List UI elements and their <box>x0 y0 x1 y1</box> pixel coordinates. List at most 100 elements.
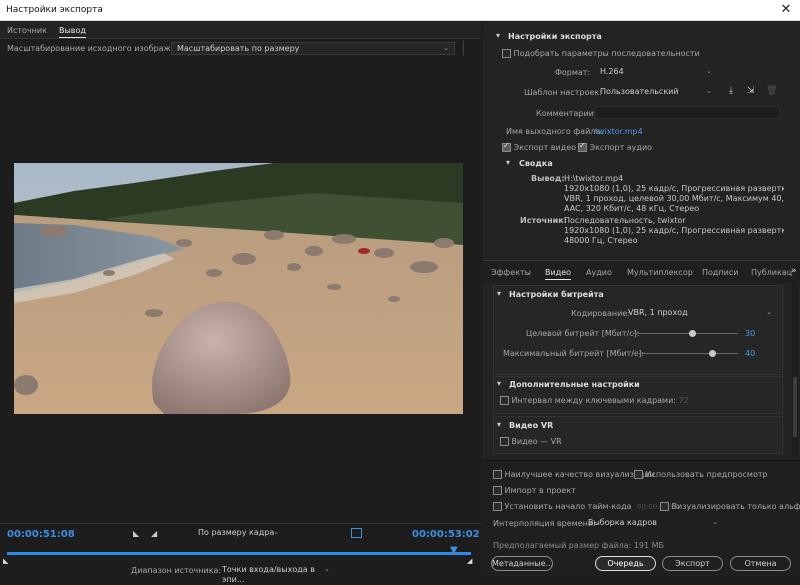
tabs-more-icon[interactable]: » <box>791 266 797 276</box>
scrollbar[interactable] <box>792 284 798 456</box>
target-bitrate-slider[interactable] <box>633 330 738 337</box>
keyframe-value[interactable]: 72 <box>679 396 689 405</box>
encoding-dropdown[interactable]: VBR, 1 проход ⌄ <box>623 307 777 320</box>
chevron-down-icon: ⌄ <box>443 44 449 52</box>
tab-output[interactable]: Вывод <box>59 26 86 38</box>
tab-publish[interactable]: Публикац <box>751 268 792 277</box>
keyframe-label: Интервал между ключевыми кадрами: <box>511 396 676 405</box>
beach-frame-image <box>14 163 463 414</box>
vr-collapse-icon[interactable]: ▾ <box>497 420 501 429</box>
comments-input[interactable] <box>595 106 780 119</box>
source-summary-line: 48000 Гц, Стерео <box>564 236 638 245</box>
export-audio-checkbox[interactable] <box>578 141 587 152</box>
aspect-icon[interactable] <box>351 528 362 538</box>
filesize-row: Предполагаемый размер файла: 191 МБ <box>493 541 664 550</box>
interp-value: Выборка кадров <box>588 518 657 527</box>
max-bitrate-slider[interactable] <box>633 350 738 357</box>
preset-label: Шаблон настроек: <box>524 88 602 97</box>
source-summary: Последовательность, twixtor 1920x1080 (1… <box>564 216 784 246</box>
slider-knob[interactable] <box>688 330 696 337</box>
settings-tabs: Эффекты Видео Аудио Мультиплексор Подпис… <box>483 261 800 283</box>
playhead-icon[interactable]: ▼ <box>450 545 458 556</box>
use-preview-checkbox[interactable] <box>634 470 643 479</box>
out-timecode[interactable]: 00:00:53:02 <box>412 529 480 540</box>
tab-video[interactable]: Видео <box>545 268 572 280</box>
save-preset-icon[interactable]: ⤓ <box>729 86 733 96</box>
tab-multiplexer[interactable]: Мультиплексор <box>627 268 693 277</box>
in-timecode[interactable]: 00:00:51:08 <box>7 529 75 540</box>
scale-dropdown[interactable]: Масштабировать по размеру ⌄ <box>171 42 455 55</box>
import-project-checkbox[interactable] <box>493 486 502 495</box>
mark-in-icon[interactable]: ◣ <box>133 529 139 538</box>
keyframe-checkbox[interactable] <box>500 396 509 405</box>
metadata-button[interactable]: Метаданные... <box>491 556 553 571</box>
vr-row[interactable]: Видео — VR <box>500 437 562 446</box>
export-video-row[interactable]: Экспорт видео <box>502 141 576 152</box>
vr-checkbox[interactable] <box>500 437 509 446</box>
chevron-down-icon: ⌄ <box>766 308 772 316</box>
collapse-icon[interactable]: ▾ <box>496 31 500 40</box>
bitrate-collapse-icon[interactable]: ▾ <box>497 289 501 298</box>
range-value: Точки входа/выхода в эпи... <box>222 565 315 584</box>
vr-group: ▾ Видео VR Видео — VR <box>493 416 783 454</box>
cancel-button[interactable]: Отмена <box>730 556 791 571</box>
delete-preset-icon[interactable]: 🗑 <box>766 86 777 96</box>
alpha-only-checkbox[interactable] <box>660 502 669 511</box>
export-audio-row[interactable]: Экспорт аудио <box>578 141 652 152</box>
max-bitrate-label: Максимальный битрейт [Мбит/с]: <box>503 349 645 358</box>
tab-source[interactable]: Источник <box>7 26 47 35</box>
timecode-row[interactable]: Установить начало тайм-кода 00:00:00:00 <box>493 502 680 511</box>
preset-dropdown[interactable]: Пользовательский ⌄ <box>595 86 717 99</box>
scale-value: Масштабировать по размеру <box>177 44 300 53</box>
fit-dropdown[interactable]: По размеру кадра ⌄ <box>193 527 284 540</box>
match-seq-row[interactable]: Подобрать параметры последовательности <box>502 49 700 58</box>
output-name-label: Имя выходного файла: <box>506 127 603 136</box>
source-summary-line: Последовательность, twixtor <box>564 216 686 225</box>
import-project-row[interactable]: Импорт в проект <box>493 486 576 495</box>
tab-captions[interactable]: Подписи <box>702 268 738 277</box>
format-dropdown[interactable]: H.264 ⌄ <box>595 66 717 79</box>
import-preset-icon[interactable]: ⇲ <box>747 86 755 96</box>
keyframe-row[interactable]: Интервал между ключевыми кадрами: 72 <box>500 396 689 405</box>
max-quality-checkbox[interactable] <box>493 470 502 479</box>
timecode-checkbox[interactable] <box>493 502 502 511</box>
match-seq-label: Подобрать параметры последовательности <box>513 49 700 58</box>
scrollbar-thumb[interactable] <box>793 377 797 437</box>
comments-label: Комментарии: <box>536 109 597 118</box>
target-bitrate-value[interactable]: 30 <box>745 329 755 338</box>
tab-effects[interactable]: Эффекты <box>491 268 531 277</box>
source-summary-line: 1920x1080 (1,0), 25 кадр/с, Прогрессивна… <box>564 226 784 235</box>
max-quality-label: Наилучшее качество визуализации <box>504 470 655 479</box>
in-marker-icon[interactable]: ◣ <box>3 557 8 565</box>
queue-button[interactable]: Очередь <box>595 556 656 571</box>
max-bitrate-value[interactable]: 40 <box>745 349 755 358</box>
video-preview <box>14 163 463 414</box>
max-quality-row[interactable]: Наилучшее качество визуализации <box>493 470 655 479</box>
divider <box>463 41 464 55</box>
output-name-link[interactable]: twixtor.mp4 <box>595 127 643 136</box>
advanced-collapse-icon[interactable]: ▾ <box>497 379 501 388</box>
close-icon[interactable]: ✕ <box>772 0 800 21</box>
output-summary: H:\twixtor.mp4 1920x1080 (1,0), 25 кадр/… <box>564 174 784 214</box>
tab-audio[interactable]: Аудио <box>586 268 612 277</box>
range-dropdown[interactable]: Точки входа/выхода в эпи... ⌄ <box>217 564 335 584</box>
export-video-checkbox[interactable] <box>502 141 511 152</box>
summary-title: Сводка <box>519 159 553 168</box>
use-preview-label: Использовать предпросмотр <box>645 470 768 479</box>
timeline-track[interactable] <box>7 552 471 555</box>
chevron-down-icon: ⌄ <box>324 565 330 573</box>
output-summary-line: 1920x1080 (1,0), 25 кадр/с, Прогрессивна… <box>564 184 784 193</box>
use-preview-row[interactable]: Использовать предпросмотр <box>634 470 768 479</box>
match-seq-checkbox[interactable] <box>502 49 511 58</box>
format-label: Формат: <box>555 68 591 77</box>
slider-knob[interactable] <box>708 350 716 357</box>
export-button[interactable]: Экспорт <box>662 556 723 571</box>
out-marker-icon[interactable]: ◢ <box>467 557 472 565</box>
summary-collapse-icon[interactable]: ▾ <box>506 158 510 167</box>
fit-value: По размеру кадра <box>198 528 275 537</box>
mark-out-icon[interactable]: ◢ <box>151 529 157 538</box>
chevron-down-icon: ⌄ <box>712 518 718 526</box>
alpha-only-row[interactable]: Визуализировать только альфа-кана <box>660 502 800 511</box>
interp-dropdown[interactable]: Выборка кадров ⌄ <box>583 517 723 530</box>
advanced-group: ▾ Дополнительные настройки Интервал межд… <box>493 376 783 414</box>
